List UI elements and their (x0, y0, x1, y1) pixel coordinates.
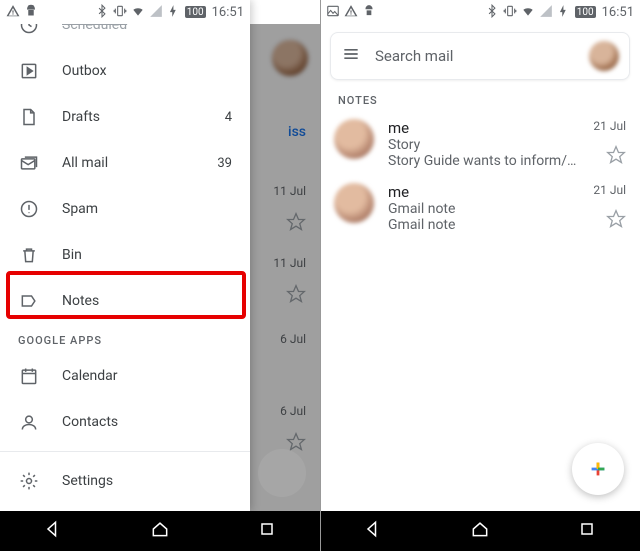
trash-icon (18, 245, 40, 265)
drawer-item-label: Contacts (62, 414, 118, 430)
account-avatar[interactable] (589, 41, 619, 71)
battery-level: 100 (575, 6, 596, 18)
charging-icon (167, 4, 181, 21)
drawer-item-label: Bin (62, 247, 82, 263)
phone-right: 100 16:51 Search mail NOTES me Story Sto… (320, 0, 640, 551)
note-snippet: Gmail note (388, 217, 579, 233)
android-icon (362, 4, 376, 21)
drawer-item-all-mail[interactable]: All mail 39 (0, 140, 250, 186)
nav-bar (320, 511, 640, 551)
bluetooth-icon (485, 4, 499, 21)
drawer-item-label: Notes (62, 293, 99, 309)
drawer-item-label: Calendar (62, 368, 118, 384)
drawer-item-spam[interactable]: Spam (0, 186, 250, 232)
note-date: 21 Jul (593, 119, 626, 133)
clock: 16:51 (212, 5, 244, 20)
contacts-icon (18, 412, 40, 432)
drawer-item-help[interactable]: Help and feedback (0, 504, 250, 511)
drawer-item-label: Settings (62, 473, 113, 489)
star-icon[interactable] (606, 145, 626, 169)
label-icon (18, 291, 40, 311)
avatar (334, 183, 374, 223)
navigation-drawer: 100 16:51 Scheduled Outbox Drafts 4 All … (0, 0, 250, 511)
warning-icon (344, 4, 358, 21)
charging-icon (557, 4, 571, 21)
spam-icon (18, 199, 40, 219)
drawer-item-notes[interactable]: Notes (0, 278, 250, 324)
warning-icon (6, 4, 20, 21)
status-bar: 100 16:51 (320, 0, 640, 24)
status-bar: 100 16:51 (0, 0, 250, 24)
note-sender: me (388, 119, 579, 137)
drawer-item-calendar[interactable]: Calendar (0, 353, 250, 399)
wifi-icon (131, 4, 145, 21)
hamburger-icon[interactable] (341, 44, 361, 68)
clock: 16:51 (602, 5, 634, 20)
recents-button[interactable] (257, 519, 277, 543)
drawer-item-count: 39 (217, 156, 232, 171)
note-row[interactable]: me Gmail note Gmail note 21 Jul (320, 175, 640, 239)
home-button[interactable] (150, 519, 170, 543)
drawer-item-label: Outbox (62, 63, 107, 79)
divider (0, 451, 250, 452)
vibrate-icon (503, 4, 517, 21)
nav-bar (0, 511, 320, 551)
bluetooth-icon (95, 4, 109, 21)
calendar-icon (18, 366, 40, 386)
avatar (334, 119, 374, 159)
note-date: 21 Jul (593, 183, 626, 197)
drawer-item-label: Drafts (62, 109, 100, 125)
back-button[interactable] (43, 519, 63, 543)
note-subject: Gmail note (388, 201, 579, 217)
note-row[interactable]: me Story Story Guide wants to inform/war… (320, 111, 640, 175)
search-placeholder: Search mail (375, 47, 575, 65)
drawer-item-bin[interactable]: Bin (0, 232, 250, 278)
outbox-icon (18, 61, 40, 81)
note-subject: Story (388, 137, 579, 153)
signal-icon (149, 4, 163, 21)
drawer-item-count: 4 (225, 110, 232, 125)
drawer-item-settings[interactable]: Settings (0, 458, 250, 504)
file-icon (18, 107, 40, 127)
drawer-item-label: Spam (62, 201, 98, 217)
drawer-item-contacts[interactable]: Contacts (0, 399, 250, 445)
android-icon (24, 4, 38, 21)
drawer-item-drafts[interactable]: Drafts 4 (0, 94, 250, 140)
vibrate-icon (113, 4, 127, 21)
drawer-item-label: All mail (62, 155, 108, 171)
section-title: NOTES (320, 88, 640, 111)
home-button[interactable] (470, 519, 490, 543)
gear-icon (18, 471, 40, 491)
search-bar[interactable]: Search mail (330, 32, 630, 80)
battery-level: 100 (185, 6, 206, 18)
phone-left: iss 11 Jul 11 Jul 6 Jul 6 Jul (0, 0, 320, 551)
drawer-section-google-apps: GOOGLE APPS (0, 324, 250, 353)
drawer-item-outbox[interactable]: Outbox (0, 48, 250, 94)
note-sender: me (388, 183, 579, 201)
image-icon (326, 4, 340, 21)
star-icon[interactable] (606, 209, 626, 233)
note-snippet: Story Guide wants to inform/warn pa… (388, 153, 579, 169)
signal-icon (539, 4, 553, 21)
back-button[interactable] (363, 519, 383, 543)
wifi-icon (521, 4, 535, 21)
compose-fab[interactable] (572, 443, 624, 495)
mail-stack-icon (18, 153, 40, 173)
recents-button[interactable] (577, 519, 597, 543)
